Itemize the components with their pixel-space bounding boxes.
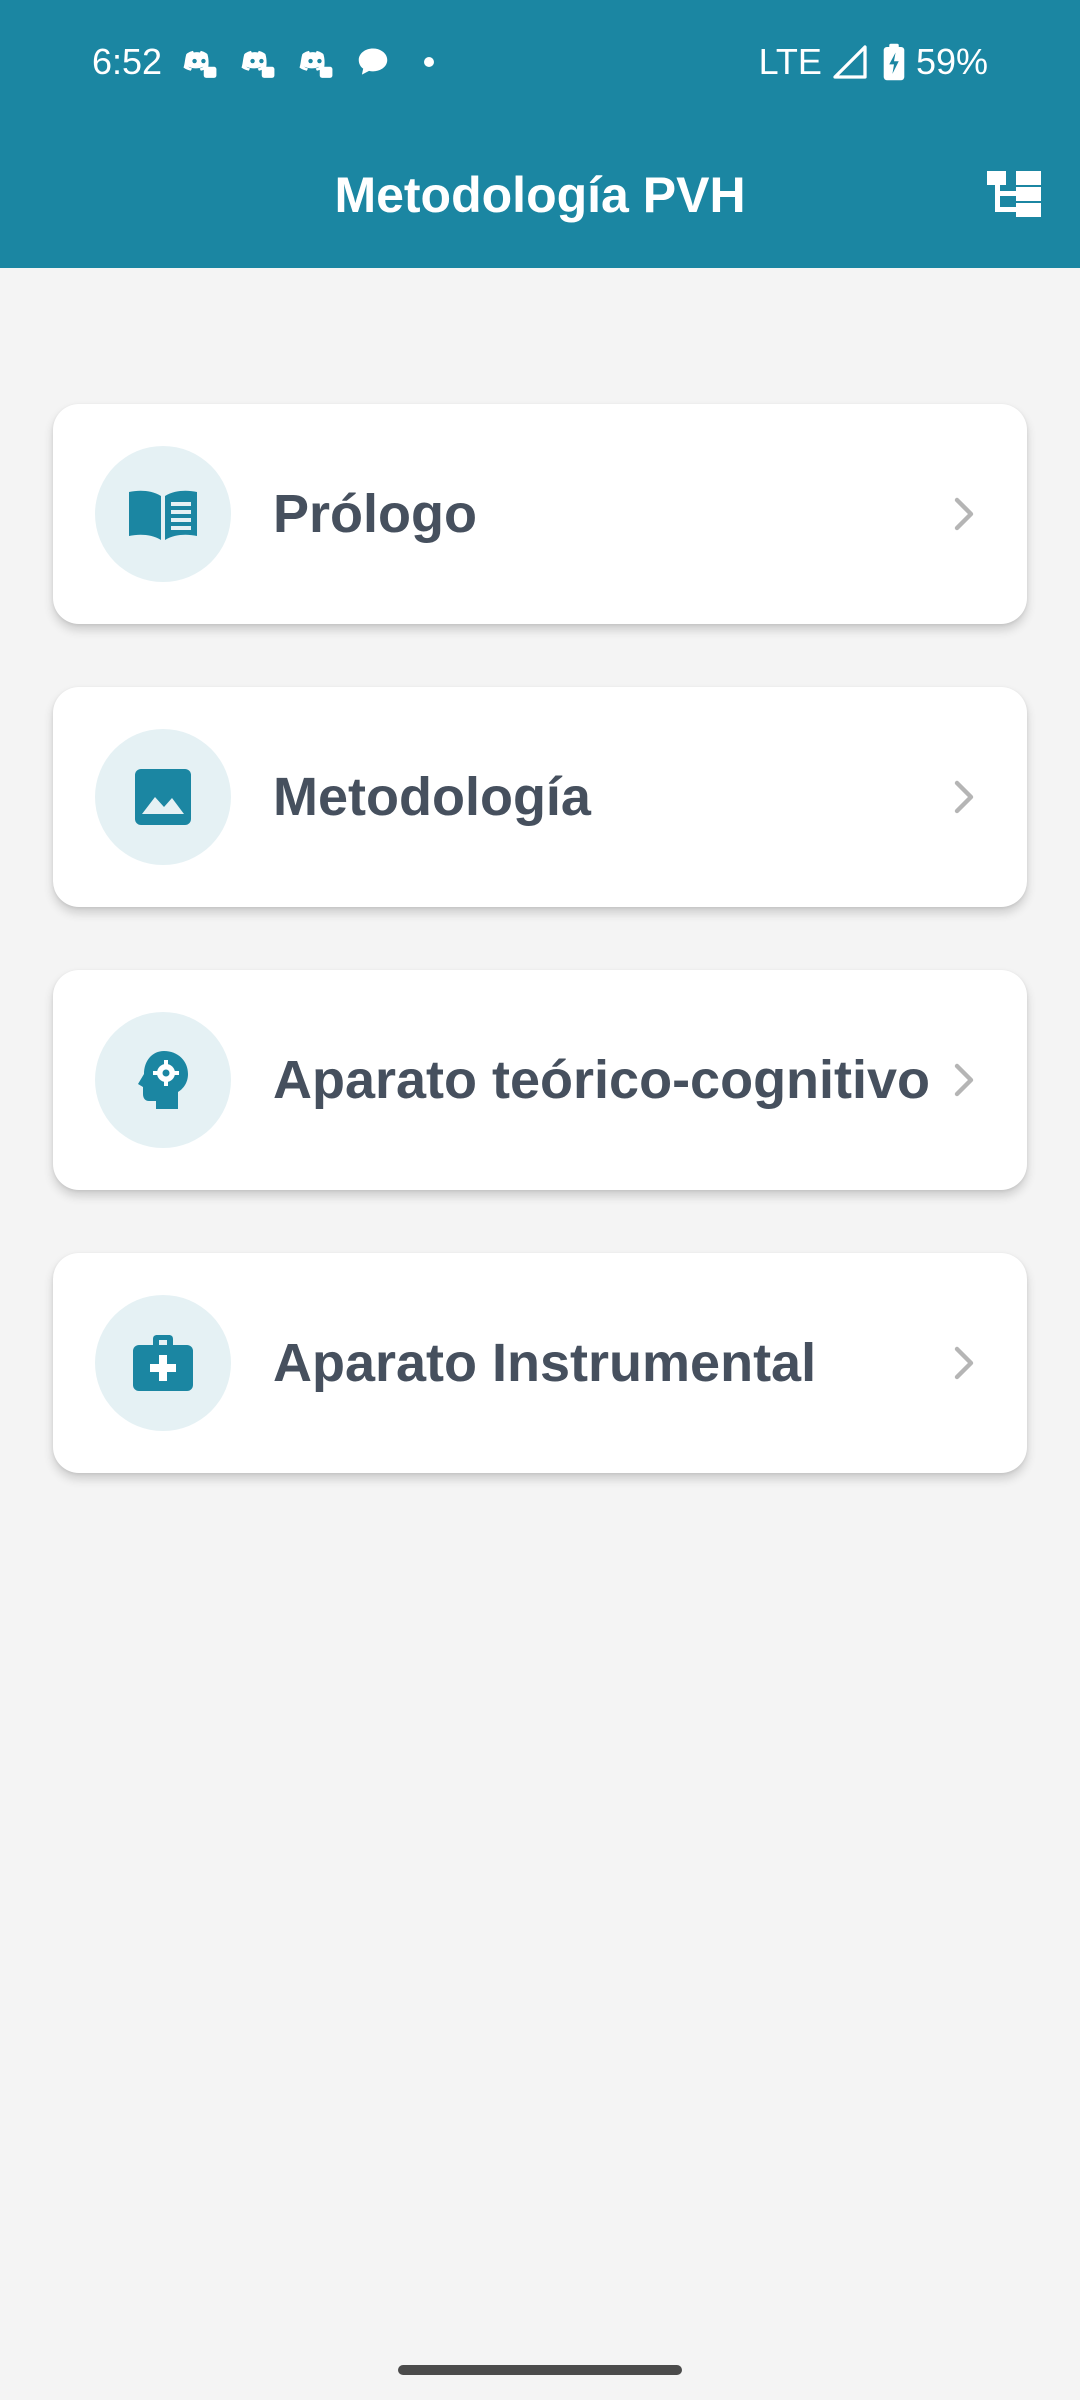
- menu-item-metodologia[interactable]: Metodología: [53, 687, 1027, 907]
- chevron-right-icon: [954, 1063, 974, 1097]
- menu-list: Prólogo Metodología Aparato teórico-cogn…: [53, 404, 1027, 1536]
- book-icon: [129, 490, 197, 540]
- battery-charging-icon: [883, 43, 905, 81]
- chevron-right-icon: [954, 780, 974, 814]
- menu-item-label: Aparato Instrumental: [273, 1333, 817, 1393]
- menu-item-label: Aparato teórico-cognitivo: [273, 1050, 931, 1110]
- menu-item-label: Metodología: [273, 767, 591, 827]
- notification-icons: [180, 42, 434, 82]
- icon-circle: [95, 1295, 231, 1431]
- signal-icon: [833, 45, 867, 79]
- icon-circle: [95, 1012, 231, 1148]
- menu-item-aparato-instrumental[interactable]: Aparato Instrumental: [53, 1253, 1027, 1473]
- home-indicator[interactable]: [398, 2365, 682, 2375]
- status-time: 6:52: [92, 41, 163, 82]
- sitemap-icon: [987, 171, 1041, 217]
- medical-kit-icon: [133, 1335, 193, 1391]
- icon-circle: [95, 729, 231, 865]
- chat-bubble-icon: [358, 48, 388, 75]
- discord-icon: [299, 50, 333, 78]
- icon-circle: [95, 446, 231, 582]
- head-gear-icon: [138, 1051, 188, 1109]
- menu-item-label: Prólogo: [273, 484, 477, 544]
- chevron-right-icon: [954, 1346, 974, 1380]
- image-icon: [135, 769, 191, 825]
- menu-item-aparato-teorico-cognitivo[interactable]: Aparato teórico-cognitivo: [53, 970, 1027, 1190]
- more-notifications-dot: [424, 57, 434, 67]
- chevron-right-icon: [954, 497, 974, 531]
- network-type: LTE: [758, 41, 822, 82]
- battery-percent: 59%: [915, 41, 988, 82]
- sitemap-button[interactable]: [984, 164, 1044, 224]
- status-bar: 6:52 LTE 59%: [0, 0, 1080, 124]
- discord-icon: [183, 50, 217, 78]
- page-title: Metodología PVH: [334, 167, 746, 223]
- menu-item-prologo[interactable]: Prólogo: [53, 404, 1027, 624]
- app-bar: 6:52 LTE 59% Metodología PVH: [0, 0, 1080, 268]
- discord-icon: [241, 50, 275, 78]
- status-right: LTE 59%: [759, 38, 988, 86]
